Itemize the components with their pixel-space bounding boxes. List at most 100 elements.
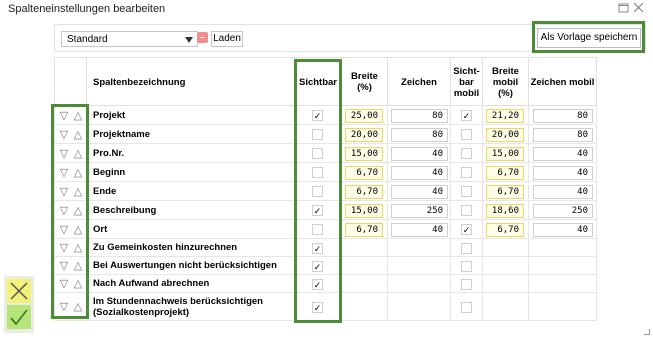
header-chars: Zeichen [388, 58, 451, 106]
chars-mobile-input[interactable]: 250 [533, 204, 593, 218]
chars-mobile-input[interactable]: 40 [533, 166, 593, 180]
visible-mobile-checkbox[interactable] [461, 148, 472, 159]
move-down-icon[interactable]: ▽ [58, 167, 70, 179]
column-name: Im Stundennachweis berücksichtigen (Sozi… [93, 296, 263, 318]
column-settings-table: Spaltenbezeichnung Sichtbar Breite (%) Z… [54, 57, 597, 321]
visible-checkbox[interactable] [312, 148, 323, 159]
move-up-icon[interactable]: △ [72, 301, 84, 313]
move-down-icon[interactable]: ▽ [58, 110, 70, 122]
minus-icon[interactable] [197, 32, 208, 43]
width-input[interactable]: 15,00 [345, 204, 383, 218]
width-mobile-input[interactable]: 21,20 [486, 109, 524, 123]
visible-checkbox[interactable]: ✓ [312, 302, 323, 313]
visible-checkbox[interactable]: ✓ [312, 205, 323, 216]
header-visible-mobile: Sicht- bar mobil [451, 58, 483, 106]
table-cell [87, 220, 295, 238]
chars-input[interactable]: 250 [391, 204, 448, 218]
width-input[interactable]: 15,00 [345, 147, 383, 161]
table-row: ▽ △ Beginn 6,70 40 6,70 40 [55, 163, 597, 182]
chars-input[interactable]: 40 [391, 147, 448, 161]
width-input[interactable]: 25,00 [345, 109, 383, 123]
column-name: Ende [93, 186, 117, 197]
visible-mobile-checkbox[interactable] [461, 186, 472, 197]
table-cell [529, 239, 597, 256]
width-mobile-input[interactable]: 6,70 [486, 185, 524, 199]
chars-mobile-input[interactable]: 80 [533, 128, 593, 142]
move-down-icon[interactable]: ▽ [58, 129, 70, 141]
visible-mobile-checkbox[interactable] [461, 167, 472, 178]
visible-checkbox[interactable]: ✓ [312, 279, 323, 290]
move-down-icon[interactable]: ▽ [58, 278, 70, 290]
move-down-icon[interactable]: ▽ [58, 301, 70, 313]
visible-mobile-checkbox[interactable] [461, 279, 472, 290]
table-cell [388, 275, 451, 292]
column-name: Bei Auswertungen nicht berücksichtigen [93, 260, 277, 271]
table-cell [483, 275, 529, 292]
table-cell [388, 257, 451, 274]
move-up-icon[interactable]: △ [72, 205, 84, 217]
visible-checkbox[interactable] [312, 129, 323, 140]
table-cell [388, 293, 451, 320]
visible-mobile-checkbox[interactable] [461, 205, 472, 216]
chars-mobile-input[interactable]: 80 [533, 109, 593, 123]
move-up-icon[interactable]: △ [72, 167, 84, 179]
resize-grip-icon[interactable] [644, 329, 650, 335]
width-input[interactable]: 6,70 [345, 166, 383, 180]
move-up-icon[interactable]: △ [72, 129, 84, 141]
save-template-button[interactable]: Als Vorlage speichern [537, 28, 641, 48]
move-up-icon[interactable]: △ [72, 224, 84, 236]
chars-input[interactable]: 80 [391, 128, 448, 142]
visible-checkbox[interactable]: ✓ [312, 110, 323, 121]
visible-mobile-checkbox[interactable] [461, 129, 472, 140]
table-row: ▽ △ Nach Aufwand abrechnen ✓ [55, 275, 597, 293]
title-bar: Spalteneinstellungen bearbeiten [0, 0, 653, 18]
visible-checkbox[interactable]: ✓ [312, 243, 323, 254]
move-down-icon[interactable]: ▽ [58, 205, 70, 217]
move-down-icon[interactable]: ▽ [58, 186, 70, 198]
move-down-icon[interactable]: ▽ [58, 224, 70, 236]
table-cell [388, 239, 451, 256]
width-mobile-input[interactable]: 15,00 [486, 147, 524, 161]
move-up-icon[interactable]: △ [72, 110, 84, 122]
move-up-icon[interactable]: △ [72, 148, 84, 160]
cancel-x-icon[interactable] [7, 279, 31, 303]
move-up-icon[interactable]: △ [72, 186, 84, 198]
move-down-icon[interactable]: ▽ [58, 242, 70, 254]
chars-input[interactable]: 40 [391, 185, 448, 199]
visible-mobile-checkbox[interactable] [461, 302, 472, 313]
preset-select[interactable]: Standard [61, 31, 198, 47]
visible-checkbox[interactable] [312, 167, 323, 178]
visible-mobile-checkbox[interactable] [461, 243, 472, 254]
confirm-check-icon[interactable] [7, 305, 31, 329]
visible-checkbox[interactable]: ✓ [312, 261, 323, 272]
width-mobile-input[interactable]: 18,60 [486, 204, 524, 218]
visible-checkbox[interactable] [312, 224, 323, 235]
move-down-icon[interactable]: ▽ [58, 148, 70, 160]
load-button[interactable]: Laden [211, 31, 243, 47]
chars-mobile-input[interactable]: 40 [533, 185, 593, 199]
close-icon[interactable] [632, 2, 644, 14]
table-row: ▽ △ Zu Gemeinkosten hinzurechnen ✓ [55, 239, 597, 257]
visible-checkbox[interactable] [312, 186, 323, 197]
maximize-icon[interactable] [617, 2, 629, 14]
visible-mobile-checkbox[interactable]: ✓ [461, 110, 472, 121]
width-mobile-input[interactable]: 6,70 [486, 166, 524, 180]
chars-mobile-input[interactable]: 40 [533, 223, 593, 237]
move-up-icon[interactable]: △ [72, 242, 84, 254]
chars-mobile-input[interactable]: 40 [533, 147, 593, 161]
move-up-icon[interactable]: △ [72, 260, 84, 272]
chars-input[interactable]: 40 [391, 166, 448, 180]
width-mobile-input[interactable]: 6,70 [486, 223, 524, 237]
visible-mobile-checkbox[interactable] [461, 261, 472, 272]
visible-mobile-checkbox[interactable]: ✓ [461, 224, 472, 235]
move-down-icon[interactable]: ▽ [58, 260, 70, 272]
width-mobile-input[interactable]: 20,00 [486, 128, 524, 142]
width-input[interactable]: 20,00 [345, 128, 383, 142]
move-up-icon[interactable]: △ [72, 278, 84, 290]
width-input[interactable]: 6,70 [345, 223, 383, 237]
table-cell [342, 293, 388, 320]
column-name: Beginn [93, 167, 126, 178]
chars-input[interactable]: 40 [391, 223, 448, 237]
width-input[interactable]: 6,70 [345, 185, 383, 199]
chars-input[interactable]: 80 [391, 109, 448, 123]
